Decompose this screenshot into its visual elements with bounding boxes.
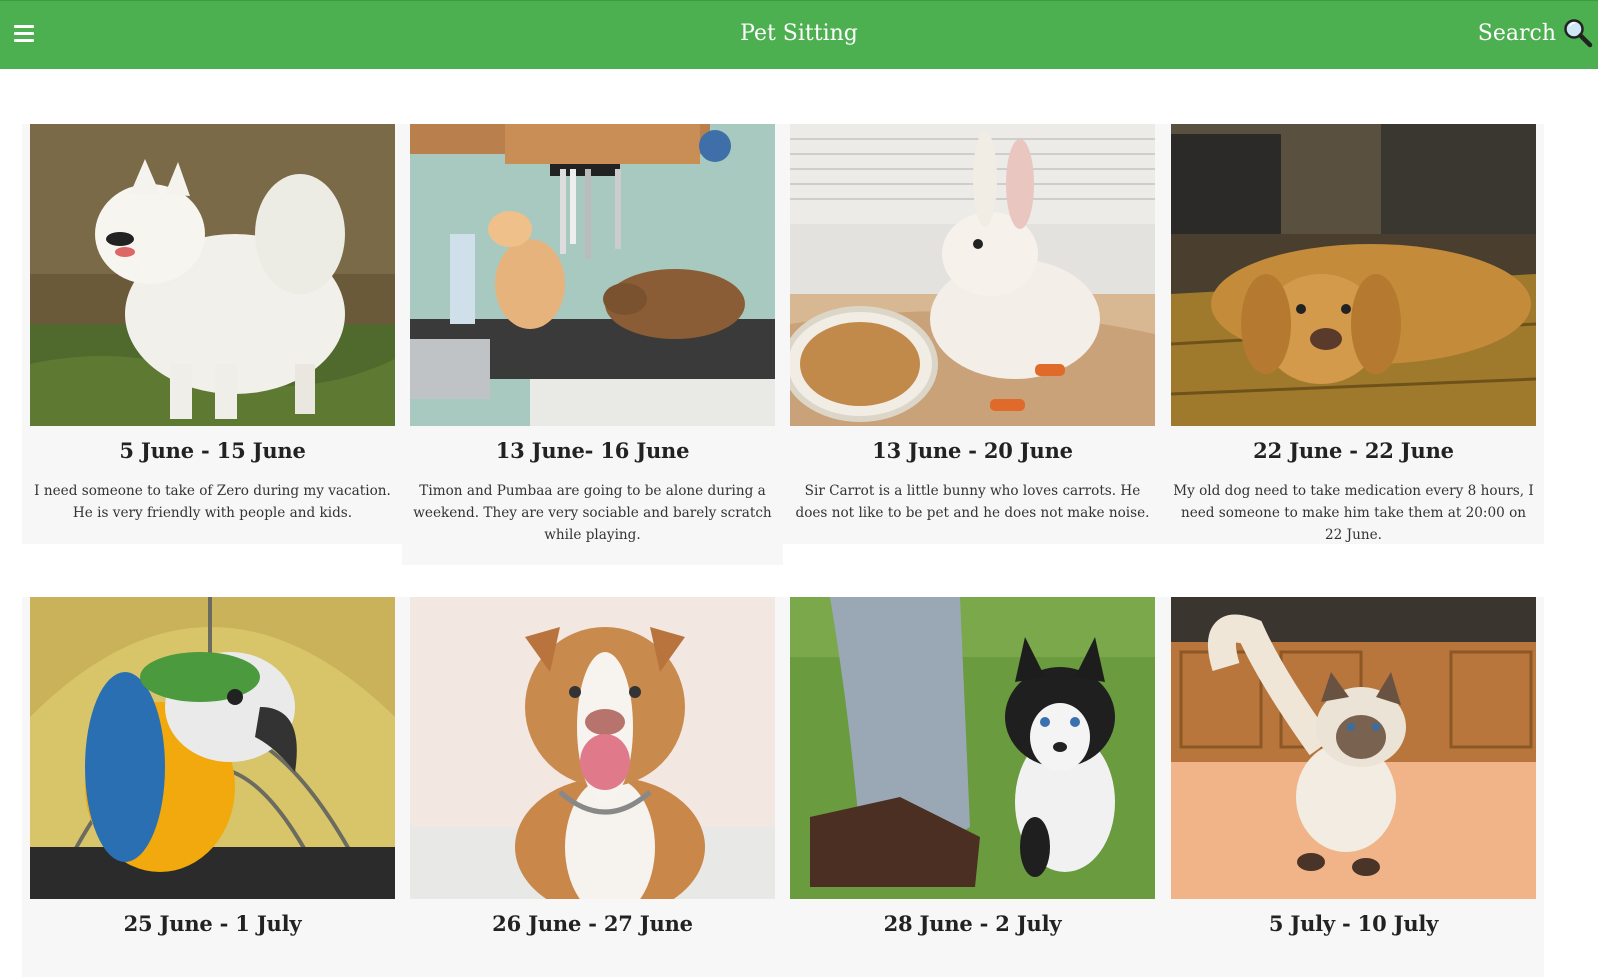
- app-title: Pet Sitting: [740, 21, 858, 46]
- listing-description: My old dog need to take medication every…: [1173, 483, 1534, 543]
- search-label: Search: [1477, 20, 1556, 46]
- listing-date: 28 June - 2 July: [883, 911, 1062, 936]
- himalayan-cat-photo: [1171, 597, 1536, 899]
- listing-date: 5 July - 10 July: [1268, 911, 1439, 936]
- listing-description: Sir Carrot is a little bunny who loves c…: [795, 483, 1150, 521]
- listing-date: 13 June- 16 June: [495, 438, 690, 463]
- listing-date: 22 June - 22 June: [1253, 438, 1454, 463]
- listing-card[interactable]: 25 June - 1 July: [22, 597, 403, 977]
- listing-card[interactable]: 22 June - 22 June My old dog need to tak…: [1163, 124, 1544, 544]
- listing-card[interactable]: 26 June - 27 June: [402, 597, 783, 977]
- listing-card[interactable]: 28 June - 2 July: [782, 597, 1163, 977]
- listing-card[interactable]: 5 July - 10 July: [1163, 597, 1544, 977]
- listing-card[interactable]: 13 June- 16 June Timon and Pumbaa are go…: [402, 124, 783, 565]
- top-app-bar: Pet Sitting Search: [0, 0, 1598, 69]
- white-samoyed-dog-photo: [30, 124, 395, 426]
- magnifier-icon: [1564, 19, 1593, 48]
- listing-date: 13 June - 20 June: [872, 438, 1073, 463]
- listing-date: 5 June - 15 June: [119, 438, 306, 463]
- listing-card[interactable]: 13 June - 20 June Sir Carrot is a little…: [782, 124, 1163, 544]
- search-button[interactable]: Search: [1478, 15, 1594, 51]
- listing-card[interactable]: 5 June - 15 June I need someone to take …: [22, 124, 403, 544]
- listing-description: I need someone to take of Zero during my…: [34, 483, 391, 521]
- listing-date: 26 June - 27 June: [492, 911, 693, 936]
- listing-description: Timon and Pumbaa are going to be alone d…: [413, 483, 772, 543]
- white-rabbit-in-cage-photo: [790, 124, 1155, 426]
- pit-bull-dog-photo: [410, 597, 775, 899]
- golden-retriever-lying-photo: [1171, 124, 1536, 426]
- two-cats-on-kitchen-counter-photo: [410, 124, 775, 426]
- blue-yellow-macaw-photo: [30, 597, 395, 899]
- husky-puppy-photo: [790, 597, 1155, 899]
- listing-date: 25 June - 1 July: [123, 911, 302, 936]
